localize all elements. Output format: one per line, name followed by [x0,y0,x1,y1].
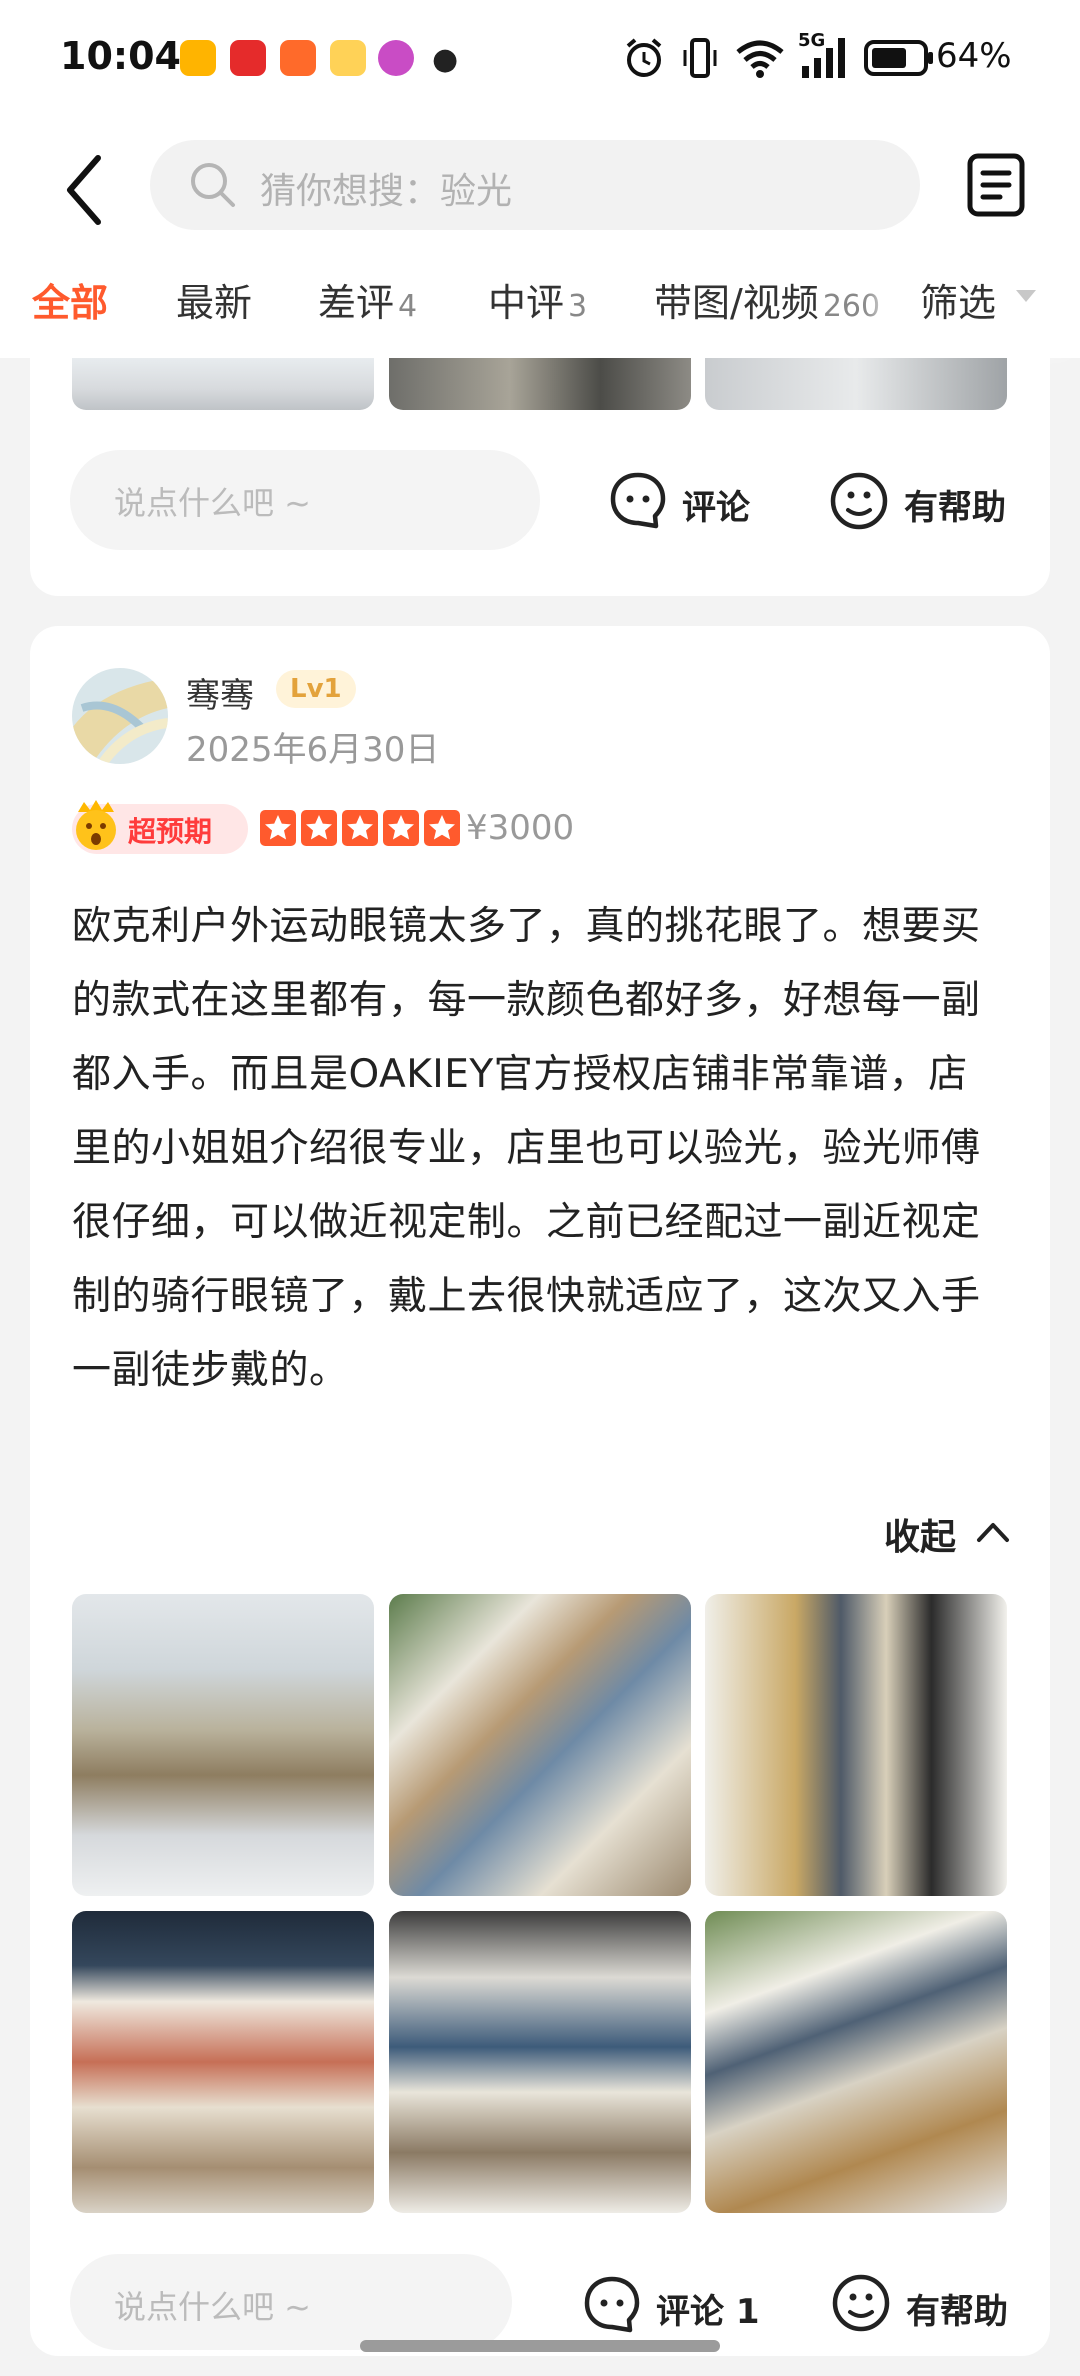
vibrate-icon [683,38,717,78]
chevron-up-icon[interactable] [976,1520,1010,1544]
comment-placeholder: 说点什么吧 ~ [114,484,311,522]
star-icon [429,815,455,840]
filter-label: 筛选 [920,281,997,325]
tab-neutral[interactable]: 中评 3 [488,272,587,327]
more-notifications-icon: ● [432,42,459,77]
rating-star [342,810,378,846]
filter-dropdown-icon [1016,290,1036,302]
app-notification-icon [180,40,216,76]
comment-icon[interactable] [582,2274,642,2334]
search-placeholder: 猜你想搜：验光 [260,171,513,212]
user-level-badge: Lv1 [276,670,356,708]
helpful-icon[interactable] [828,470,890,532]
back-button[interactable] [60,150,110,230]
app-notification-icon [330,40,366,76]
alarm-icon [626,38,662,77]
review-photo[interactable] [705,1594,1007,1896]
tab-with-media[interactable]: 带图/视频 260 [654,272,880,327]
document-menu-icon[interactable] [966,152,1026,218]
review-photo[interactable] [389,1594,691,1896]
star-icon [347,815,373,840]
star-icon [388,815,414,840]
wifi-icon [736,40,784,78]
comment-icon[interactable] [608,470,668,530]
helpful-button[interactable]: 有帮助 [904,480,1006,529]
comment-placeholder: 说点什么吧 ~ [114,2288,311,2326]
tab-all[interactable]: 全部 [32,272,108,327]
review-text: 欧克利户外运动眼镜太多了，真的挑花眼了。想要买的款式在这里都有，每一款颜色都好多… [72,904,981,1393]
app-notification-icon [230,40,266,76]
avatar[interactable] [72,668,168,764]
tab-negative[interactable]: 差评 4 [318,272,417,327]
review-photo[interactable] [389,358,691,410]
badge-label: 超预期 [128,815,213,848]
username[interactable]: 骞骞 [186,668,254,717]
review-photo[interactable] [72,1911,374,2213]
star-icon [265,815,291,840]
review-date: 2025年6月30日 [186,730,440,770]
signal-icon [802,38,845,78]
rating-star [301,810,337,846]
star-icon [306,815,332,840]
rating-star [424,810,460,846]
collapse-button[interactable]: 收起 [884,1508,956,1560]
home-indicator[interactable] [360,2340,720,2352]
helpful-icon[interactable] [830,2272,892,2334]
review-photo[interactable] [705,1911,1007,2213]
search-icon [191,163,235,207]
rating-star [383,810,419,846]
comment-button[interactable]: 评论 1 [656,2284,760,2333]
surprised-face-icon [76,800,116,850]
review-photo[interactable] [72,358,374,410]
tab-latest[interactable]: 最新 [176,272,252,327]
app-notification-icon [280,40,316,76]
helpful-button[interactable]: 有帮助 [906,2284,1008,2333]
battery-percentage: 64% [936,36,1012,76]
comment-button[interactable]: 评论 [682,480,750,529]
purchase-price: ¥3000 [466,808,575,848]
battery-icon [864,40,933,76]
review-photo[interactable] [389,1911,691,2213]
review-photo[interactable] [705,358,1007,410]
app-notification-icon [378,40,414,76]
avatar-image [72,668,168,764]
status-time: 10:04 [60,34,181,78]
review-photo[interactable] [72,1594,374,1896]
rating-star [260,810,296,846]
